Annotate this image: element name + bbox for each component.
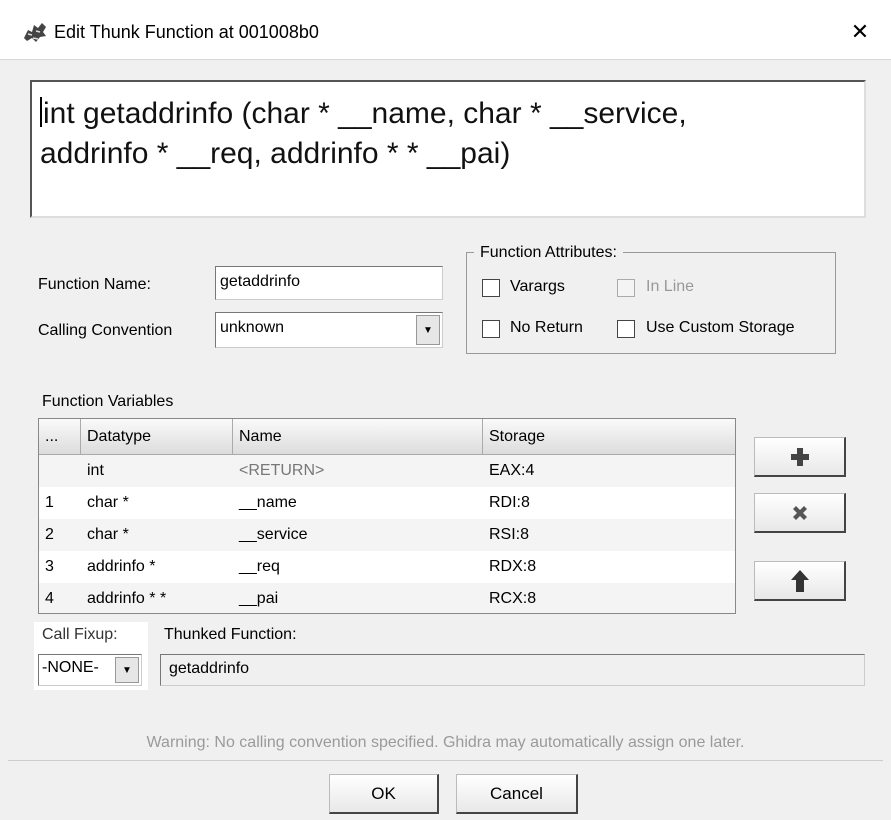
cell-datatype[interactable]: int — [81, 455, 233, 487]
cancel-button[interactable]: Cancel — [456, 774, 578, 814]
column-header-name[interactable]: Name — [233, 419, 483, 455]
varargs-checkbox[interactable] — [482, 279, 500, 297]
table-row[interactable]: 4 addrinfo * * __pai RCX:8 — [39, 583, 735, 613]
cell-index: 3 — [45, 558, 54, 575]
cell-storage[interactable]: RDX:8 — [483, 551, 735, 583]
cell-name[interactable]: __service — [233, 519, 483, 551]
cell-datatype[interactable]: char * — [81, 519, 233, 551]
calling-convention-label: Calling Convention — [38, 322, 173, 339]
close-icon: ✕ — [850, 19, 870, 44]
dialog-title: Edit Thunk Function at 001008b0 — [54, 22, 319, 42]
signature-line-1: int getaddrinfo (char * __name, char * _… — [40, 94, 854, 134]
table-header: ... Datatype Name Storage — [39, 419, 735, 455]
move-up-button[interactable] — [754, 561, 846, 601]
calling-convention-value: unknown — [220, 319, 285, 336]
cell-datatype[interactable]: char * — [81, 487, 233, 519]
add-variable-button[interactable] — [754, 437, 846, 477]
arrow-up-icon — [790, 569, 809, 592]
function-name-label: Function Name: — [38, 276, 151, 293]
cell-index: 2 — [45, 526, 54, 543]
table-row[interactable]: 3 addrinfo * __req RDX:8 — [39, 551, 735, 583]
cell-storage[interactable]: RSI:8 — [483, 519, 735, 551]
call-fixup-select[interactable]: -NONE- ▼ — [38, 654, 142, 686]
no-return-checkbox[interactable] — [482, 320, 500, 338]
text-caret — [40, 97, 42, 127]
no-return-label: No Return — [510, 319, 583, 336]
cell-name[interactable]: <RETURN> — [233, 455, 483, 487]
function-name-input[interactable]: getaddrinfo — [215, 266, 443, 300]
chevron-down-icon: ▼ — [416, 315, 440, 345]
signature-line-2: addrinfo * __req, addrinfo * * __pai) — [40, 137, 511, 170]
dragon-icon — [22, 20, 48, 44]
table-row[interactable]: int <RETURN> EAX:4 — [39, 455, 735, 487]
call-fixup-label: Call Fixup: — [42, 626, 118, 643]
cell-storage[interactable]: RDI:8 — [483, 487, 735, 519]
cell-index: 4 — [45, 590, 54, 607]
thunked-function-field[interactable]: getaddrinfo — [160, 654, 865, 686]
ok-button[interactable]: OK — [329, 774, 439, 814]
column-header-storage[interactable]: Storage — [483, 419, 735, 455]
varargs-label: Varargs — [510, 278, 565, 295]
footer-divider — [8, 760, 883, 761]
thunked-function-label: Thunked Function: — [164, 626, 297, 643]
cell-datatype[interactable]: addrinfo * * — [81, 583, 233, 613]
cell-name[interactable]: __pai — [233, 583, 483, 613]
inline-checkbox — [617, 279, 635, 297]
remove-variable-button[interactable] — [754, 493, 846, 533]
custom-storage-checkbox[interactable] — [617, 320, 635, 338]
cell-storage[interactable]: RCX:8 — [483, 583, 735, 613]
function-attributes-group — [466, 252, 836, 354]
function-variables-table: ... Datatype Name Storage int <RETURN> E… — [38, 418, 736, 614]
cell-datatype[interactable]: addrinfo * — [81, 551, 233, 583]
close-button[interactable]: ✕ — [842, 14, 878, 50]
function-attributes-legend: Function Attributes: — [474, 244, 623, 262]
call-fixup-value: -NONE- — [42, 659, 99, 676]
calling-convention-select[interactable]: unknown ▼ — [215, 312, 443, 348]
custom-storage-label: Use Custom Storage — [646, 319, 795, 336]
table-body: int <RETURN> EAX:4 1 char * __name RDI:8… — [39, 455, 735, 613]
chevron-down-icon: ▼ — [115, 657, 139, 683]
warning-message: Warning: No calling convention specified… — [146, 734, 745, 751]
column-header-datatype[interactable]: Datatype — [81, 419, 233, 455]
cell-storage[interactable]: EAX:4 — [483, 455, 735, 487]
table-row[interactable]: 1 char * __name RDI:8 — [39, 487, 735, 519]
inline-label: In Line — [646, 278, 695, 295]
plus-icon — [790, 447, 809, 466]
x-icon — [792, 505, 807, 520]
column-header-index[interactable]: ... — [39, 419, 81, 455]
table-row[interactable]: 2 char * __service RSI:8 — [39, 519, 735, 551]
cell-index: 1 — [45, 494, 54, 511]
cell-index — [39, 455, 81, 487]
cell-name[interactable]: __name — [233, 487, 483, 519]
cell-name[interactable]: __req — [233, 551, 483, 583]
function-variables-title: Function Variables — [42, 393, 174, 410]
signature-editor[interactable]: int getaddrinfo (char * __name, char * _… — [30, 80, 866, 218]
